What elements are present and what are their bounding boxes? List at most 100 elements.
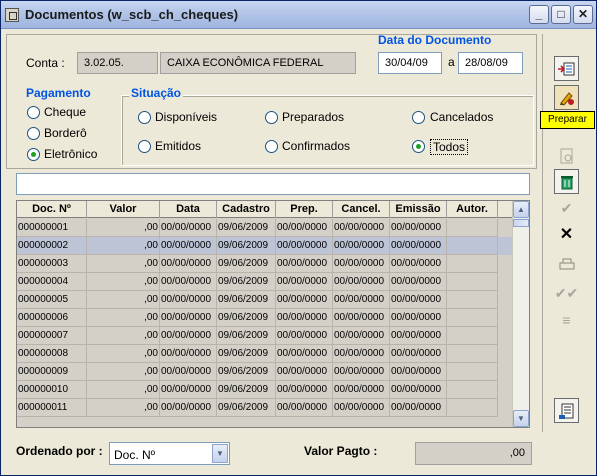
table-cell: 00/00/0000 bbox=[160, 327, 217, 345]
delete-icon[interactable] bbox=[554, 169, 579, 194]
prepare-icon[interactable] bbox=[554, 85, 579, 110]
column-header[interactable]: Prep. bbox=[276, 201, 333, 218]
table-cell bbox=[447, 291, 498, 309]
value-field[interactable]: ,00 bbox=[415, 442, 532, 465]
table-row[interactable]: 000000003,00 00/00/0000 09/06/2009 00/00/00… bbox=[17, 255, 515, 273]
minimize-button[interactable]: _ bbox=[529, 5, 549, 24]
table-cell: 00/00/0000 bbox=[333, 273, 390, 291]
table-cell: 00/00/0000 bbox=[160, 309, 217, 327]
documents-grid[interactable]: Doc. Nº Valor Data Cadastro Prep. Cancel. Emis… bbox=[16, 200, 530, 428]
scroll-down-icon[interactable]: ▼ bbox=[513, 410, 529, 427]
table-cell: 00/00/0000 bbox=[333, 327, 390, 345]
order-select-value: Doc. Nº bbox=[114, 448, 156, 462]
table-row[interactable]: 000000008,00 00/00/0000 09/06/2009 00/00/00… bbox=[17, 345, 515, 363]
column-header[interactable]: Cancel. bbox=[333, 201, 390, 218]
cancel-icon[interactable]: ✕ bbox=[554, 223, 579, 248]
table-cell bbox=[447, 237, 498, 255]
table-row[interactable]: 000000006,00 00/00/0000 09/06/2009 00/00/00… bbox=[17, 309, 515, 327]
double-check-icon[interactable]: ✔✔ bbox=[554, 282, 579, 307]
scroll-thumb[interactable] bbox=[513, 219, 529, 227]
close-button[interactable]: ✕ bbox=[573, 5, 593, 24]
table-cell: 00/00/0000 bbox=[390, 273, 447, 291]
table-cell: 000000007 bbox=[17, 327, 87, 345]
table-cell: 00/00/0000 bbox=[160, 345, 217, 363]
order-select[interactable]: Doc. Nº ▼ bbox=[109, 442, 230, 465]
table-cell: 00/00/0000 bbox=[276, 381, 333, 399]
radio-disponiveis[interactable] bbox=[138, 111, 151, 124]
column-header[interactable]: Valor bbox=[87, 201, 160, 218]
radio-cancelados[interactable] bbox=[412, 111, 425, 124]
prepare-tooltip: Preparar bbox=[540, 111, 595, 129]
table-cell bbox=[447, 399, 498, 417]
column-header[interactable]: Doc. Nº bbox=[17, 201, 87, 218]
preview-icon[interactable] bbox=[554, 144, 579, 169]
table-row[interactable]: 000000007,00 00/00/0000 09/06/2009 00/00/00… bbox=[17, 327, 515, 345]
list-icon[interactable]: ≡ bbox=[554, 309, 579, 334]
table-cell: 00/00/0000 bbox=[160, 363, 217, 381]
table-row[interactable]: 000000010,00 00/00/0000 09/06/2009 00/00/00… bbox=[17, 381, 515, 399]
chevron-down-icon[interactable]: ▼ bbox=[212, 444, 228, 463]
radio-eletronico-label: Eletrônico bbox=[44, 147, 98, 161]
table-cell: 00/00/0000 bbox=[276, 327, 333, 345]
column-header[interactable]: Data bbox=[160, 201, 217, 218]
radio-cheque-label: Cheque bbox=[44, 105, 87, 119]
table-cell: 000000002 bbox=[17, 237, 87, 255]
table-cell: ,00 bbox=[87, 255, 160, 273]
table-cell: 00/00/0000 bbox=[390, 363, 447, 381]
table-row[interactable]: 000000005,00 00/00/0000 09/06/2009 00/00/00… bbox=[17, 291, 515, 309]
account-code-field[interactable]: 3.02.05. bbox=[77, 52, 158, 74]
table-cell: 00/00/0000 bbox=[276, 309, 333, 327]
radio-bordero[interactable] bbox=[27, 127, 40, 140]
date-to-field[interactable]: 28/08/09 bbox=[458, 52, 523, 74]
table-row[interactable]: 000000011,00 00/00/0000 09/06/2009 00/00/00… bbox=[17, 399, 515, 417]
table-cell: 00/00/0000 bbox=[276, 273, 333, 291]
radio-emitidos[interactable] bbox=[138, 140, 151, 153]
situation-groupbox bbox=[121, 95, 534, 166]
insert-row-icon[interactable] bbox=[554, 56, 579, 81]
date-separator: a bbox=[448, 55, 455, 69]
column-header[interactable]: Emissão bbox=[390, 201, 447, 218]
search-bar[interactable] bbox=[16, 173, 530, 195]
account-label: Conta : bbox=[26, 56, 65, 70]
table-cell: 00/00/0000 bbox=[333, 237, 390, 255]
table-cell: 00/00/0000 bbox=[390, 219, 447, 237]
table-cell: 00/00/0000 bbox=[333, 345, 390, 363]
table-cell: 00/00/0000 bbox=[390, 381, 447, 399]
table-cell: 09/06/2009 bbox=[217, 219, 276, 237]
table-row[interactable]: 000000001,00 00/00/0000 09/06/2009 00/00/00… bbox=[17, 219, 515, 237]
table-cell: 000000003 bbox=[17, 255, 87, 273]
radio-confirmados[interactable] bbox=[265, 140, 278, 153]
vertical-scrollbar[interactable]: ▲ ▼ bbox=[512, 201, 529, 427]
print-icon[interactable] bbox=[554, 253, 579, 278]
table-cell: 000000010 bbox=[17, 381, 87, 399]
confirm-icon[interactable]: ✔ bbox=[554, 197, 579, 222]
date-from-field[interactable]: 30/04/09 bbox=[378, 52, 442, 74]
radio-todos[interactable] bbox=[412, 140, 425, 153]
radio-eletronico[interactable] bbox=[27, 148, 40, 161]
scroll-up-icon[interactable]: ▲ bbox=[513, 201, 529, 218]
title-bar[interactable]: Documentos (w_scb_ch_cheques) _ □ ✕ bbox=[1, 1, 596, 29]
radio-preparados-label: Preparados bbox=[282, 110, 345, 124]
table-cell: 00/00/0000 bbox=[390, 237, 447, 255]
table-cell: 00/00/0000 bbox=[390, 255, 447, 273]
table-cell: 00/00/0000 bbox=[390, 399, 447, 417]
radio-preparados[interactable] bbox=[265, 111, 278, 124]
table-row[interactable]: 000000002,00 00/00/0000 09/06/2009 00/00/00… bbox=[17, 237, 515, 255]
maximize-button[interactable]: □ bbox=[551, 5, 571, 24]
value-label: Valor Pagto : bbox=[304, 444, 378, 458]
radio-cheque[interactable] bbox=[27, 106, 40, 119]
table-cell bbox=[447, 255, 498, 273]
table-cell: 00/00/0000 bbox=[333, 255, 390, 273]
table-cell: 00/00/0000 bbox=[160, 237, 217, 255]
report-icon[interactable] bbox=[554, 398, 579, 423]
table-cell: 000000004 bbox=[17, 273, 87, 291]
table-cell: 00/00/0000 bbox=[160, 291, 217, 309]
table-row[interactable]: 000000009,00 00/00/0000 09/06/2009 00/00/00… bbox=[17, 363, 515, 381]
table-cell: 09/06/2009 bbox=[217, 237, 276, 255]
column-header[interactable]: Autor. bbox=[447, 201, 498, 218]
table-cell: 09/06/2009 bbox=[217, 381, 276, 399]
table-row[interactable]: 000000004,00 00/00/0000 09/06/2009 00/00/00… bbox=[17, 273, 515, 291]
column-header[interactable]: Cadastro bbox=[217, 201, 276, 218]
window-icon[interactable] bbox=[5, 8, 19, 22]
account-name-field[interactable]: CAIXA ECONÔMICA FEDERAL bbox=[160, 52, 356, 74]
